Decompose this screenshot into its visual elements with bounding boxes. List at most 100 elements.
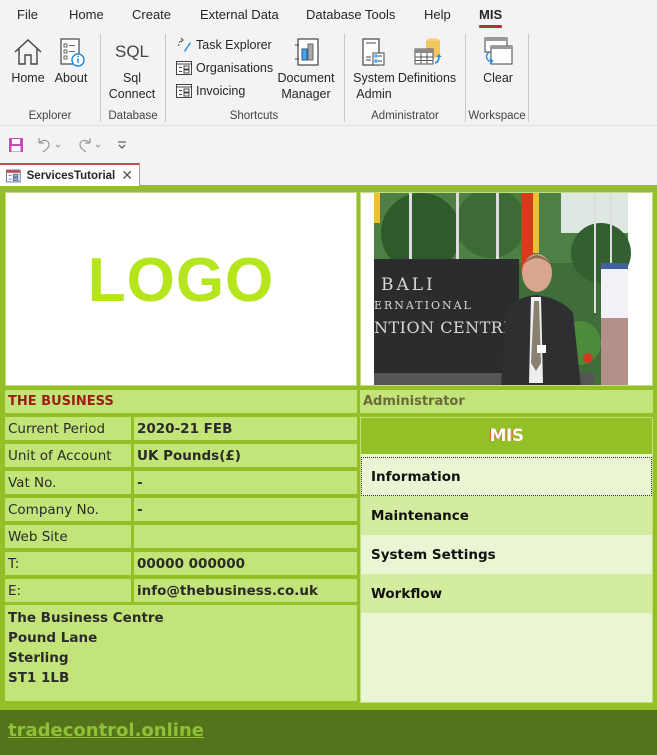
photo-sign-line3: NTION CENTRE — [374, 318, 516, 337]
menu-external-data[interactable]: External Data — [200, 7, 279, 22]
menu-file[interactable]: File — [17, 7, 38, 22]
system-admin-button[interactable]: System Admin — [352, 36, 396, 102]
field-label-company-no: Company No. — [5, 498, 131, 521]
menu-item-maintenance[interactable]: Maintenance — [361, 496, 652, 535]
group-label-workspace: Workspace — [468, 110, 526, 122]
group-separator — [165, 34, 166, 122]
home-label: Home — [11, 71, 45, 85]
sql-icon: SQL — [114, 42, 150, 61]
home-button[interactable]: Home — [8, 36, 48, 86]
clear-button[interactable]: Clear — [476, 36, 520, 86]
field-label-current-period: Current Period — [5, 417, 131, 440]
address-line: ST1 1LB — [8, 670, 70, 686]
field-value-current-period[interactable]: 2020-21 FEB — [134, 417, 357, 440]
undo-button[interactable] — [36, 137, 62, 153]
form-icon — [176, 61, 192, 75]
profile-photo: BALI ERNATIONAL NTION CENTRE — [360, 192, 653, 386]
group-label-administrator: Administrator — [371, 110, 439, 122]
document-tab[interactable]: ServicesTutorial ✕ — [0, 163, 140, 186]
form-footer: tradecontrol.online — [0, 710, 657, 755]
field-value-unit-of-account[interactable]: UK Pounds(£) — [134, 444, 357, 467]
system-admin-label-line2: Admin — [356, 87, 392, 101]
customize-qat-icon — [118, 141, 126, 149]
group-label-explorer: Explorer — [28, 110, 72, 122]
field-label-unit-of-account: Unit of Account — [5, 444, 131, 467]
task-explorer-button[interactable]: Task Explorer — [176, 36, 272, 54]
group-separator — [344, 34, 345, 122]
logo-text: LOGO — [87, 245, 275, 315]
menu-home[interactable]: Home — [69, 7, 104, 22]
quick-access-toolbar — [0, 132, 657, 160]
field-label-email: E: — [5, 579, 131, 602]
field-value-vat-no[interactable]: - — [134, 471, 357, 494]
document-manager-button[interactable]: Document Manager — [276, 36, 336, 102]
invoicing-button[interactable]: Invoicing — [176, 82, 245, 100]
redo-button[interactable] — [76, 137, 102, 153]
menu-help[interactable]: Help — [424, 7, 451, 22]
address-line: Pound Lane — [8, 630, 98, 646]
field-value-web-site[interactable] — [134, 525, 357, 548]
clear-label: Clear — [483, 71, 513, 85]
document-tab-label: ServicesTutorial — [26, 169, 116, 182]
menu-database-tools[interactable]: Database Tools — [306, 7, 395, 22]
home-icon — [14, 39, 42, 65]
photo-sign-line1: BALI — [381, 275, 436, 295]
task-explorer-label: Task Explorer — [196, 38, 272, 52]
menu-item-information[interactable]: Information — [361, 457, 652, 496]
menu-mis[interactable]: MIS — [479, 7, 503, 28]
group-label-shortcuts: Shortcuts — [229, 110, 279, 122]
menu-create[interactable]: Create — [132, 7, 171, 22]
sql-label-line1: Sql — [122, 71, 142, 85]
system-admin-label-line1: System — [353, 71, 395, 85]
address-line: The Business Centre — [8, 610, 164, 626]
logo-image: LOGO — [5, 192, 357, 386]
photo-sign-line2: ERNATIONAL — [374, 299, 473, 312]
menu-item-system-settings[interactable]: System Settings — [361, 535, 652, 574]
about-label: About — [54, 71, 88, 85]
document-manager-icon — [295, 38, 319, 66]
undo-icon — [38, 138, 61, 153]
customize-qat-button[interactable] — [117, 137, 127, 153]
definitions-button[interactable]: Definitions — [397, 36, 457, 86]
website-link[interactable]: tradecontrol.online — [8, 720, 204, 741]
field-value-email[interactable]: info@thebusiness.co.uk — [134, 579, 357, 602]
group-separator — [465, 34, 466, 122]
sql-label-line2: Connect — [108, 87, 156, 101]
document-manager-label-line2: Manager — [281, 87, 331, 101]
redo-icon — [79, 138, 101, 153]
close-tab-icon[interactable]: ✕ — [121, 169, 133, 183]
user-role: Administrator — [360, 390, 653, 413]
menu-bar: File Home Create External Data Database … — [0, 0, 657, 30]
task-explorer-icon — [178, 37, 191, 52]
about-button[interactable]: About — [51, 36, 91, 86]
group-separator — [100, 34, 101, 122]
about-icon — [60, 38, 85, 67]
services-tutorial-form: LOGO BALI ERNATIONAL NTION CENTRE THE BU… — [0, 186, 657, 755]
field-value-telephone[interactable]: 00000 000000 — [134, 552, 357, 575]
field-label-telephone: T: — [5, 552, 131, 575]
field-value-company-no[interactable]: - — [134, 498, 357, 521]
business-title: THE BUSINESS — [5, 390, 357, 413]
organisations-label: Organisations — [196, 61, 274, 75]
save-button[interactable] — [8, 137, 24, 153]
field-label-vat-no: Vat No. — [5, 471, 131, 494]
ribbon: Home About Explorer SQL Sql Connect Data… — [0, 30, 657, 126]
definitions-label: Definitions — [397, 71, 457, 85]
address-line: Sterling — [8, 650, 69, 666]
group-label-database: Database — [108, 110, 158, 122]
organisations-button[interactable]: Organisations — [176, 59, 273, 77]
form-icon — [176, 84, 192, 98]
business-address[interactable]: The Business Centre Pound Lane Sterling … — [5, 605, 357, 701]
sql-connect-button[interactable]: SQL Sql Connect — [106, 36, 158, 102]
mis-menu-panel: MIS Information Maintenance System Setti… — [360, 417, 653, 703]
menu-item-workflow[interactable]: Workflow — [361, 574, 652, 613]
definitions-icon — [414, 38, 442, 65]
system-admin-icon — [362, 38, 385, 66]
field-label-web-site: Web Site — [5, 525, 131, 548]
save-icon — [9, 138, 23, 152]
invoicing-label: Invoicing — [196, 84, 246, 98]
document-manager-label-line1: Document — [277, 71, 335, 85]
photo-illustration: BALI ERNATIONAL NTION CENTRE — [361, 193, 652, 385]
clear-workspace-icon — [484, 37, 513, 65]
form-icon — [6, 169, 21, 182]
